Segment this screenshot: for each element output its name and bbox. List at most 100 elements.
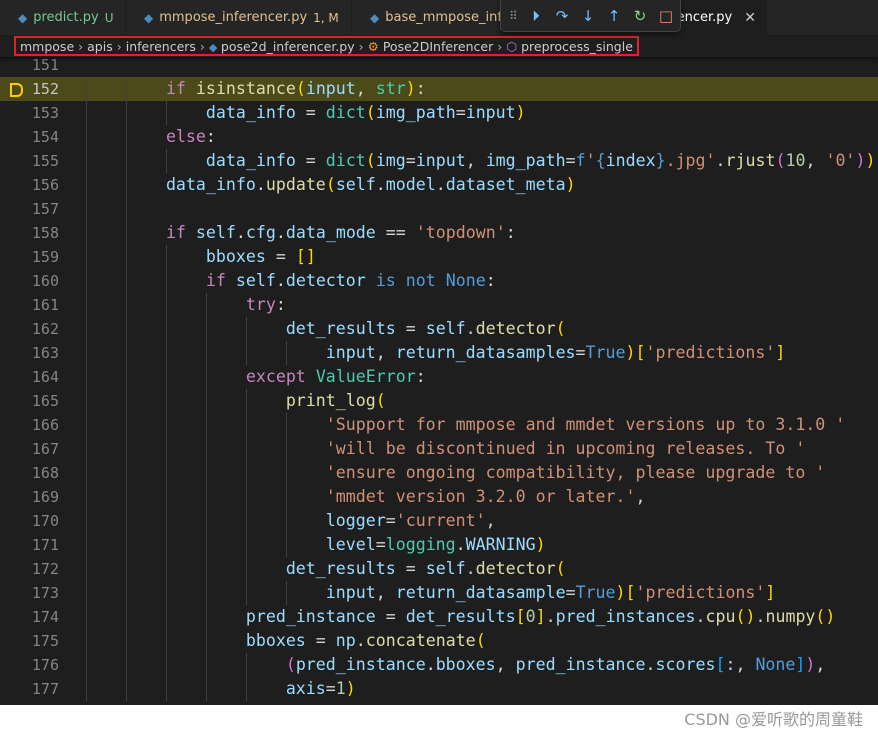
code-text: 'ensure ongoing compatibility, please up… [86,461,826,485]
code-text: else: [86,125,216,149]
tab-predict-py[interactable]: ◆ predict.py U [0,0,126,35]
code-token: 'ensure ongoing compatibility, please up… [325,463,826,482]
drag-handle-icon[interactable]: ⠿ [509,9,519,23]
continue-icon[interactable]: ⏵ [527,6,545,26]
code-token: self [425,559,466,578]
code-token: True [585,343,626,362]
code-token: pred_instances [555,607,696,626]
step-over-icon[interactable]: ↷ [553,6,571,26]
chevron-right-icon: › [358,38,364,54]
breadcrumb-item[interactable]: mmpose [20,39,74,54]
code-token: 'mmdet version 3.2.0 or later.' [325,487,636,506]
code-token: 'will be discontinued in upcoming releas… [325,439,806,458]
code-token: if [165,79,186,98]
code-token: 1 [335,679,346,698]
code-token: { [595,151,606,170]
code-line: 158 if self.cfg.data_mode == 'topdown': [0,221,878,245]
code-token: : [505,223,516,242]
code-token: ( [555,559,566,578]
code-token: } [655,151,666,170]
code-text: axis=1) [86,677,356,701]
code-token: data_info [165,175,256,194]
code-text: try: [86,293,286,317]
code-line: 163 input, return_datasamples=True)['pre… [0,341,878,365]
code-token: ] [795,655,806,674]
code-token: self [425,319,466,338]
line-number: 156 [31,176,59,194]
line-number: 154 [31,128,59,146]
code-line: 170 logger='current', [0,509,878,533]
code-token: .jpg' [665,151,716,170]
line-number: 173 [31,584,59,602]
code-token: ( [365,151,376,170]
code-token: data_mode [285,223,376,242]
code-line: 162 det_results = self.detector( [0,317,878,341]
code-line: 159 bboxes = [] [0,245,878,269]
code-token: 0 [525,607,536,626]
code-token: : [275,295,286,314]
python-file-icon: ◆ [18,10,28,25]
code-token: ] [775,343,786,362]
code-line: 169 'mmdet version 3.2.0 or later.', [0,485,878,509]
code-token: : [205,127,216,146]
code-token: 'topdown' [415,223,506,242]
step-into-icon[interactable]: ↓ [579,6,597,26]
line-number: 177 [31,680,59,698]
breadcrumb-item[interactable]: ⚙ Pose2DInferencer [368,39,494,54]
line-number: 168 [31,464,59,482]
code-token: model [385,175,436,194]
chevron-right-icon: › [116,38,122,54]
code-token: . [435,175,446,194]
code-token: data_info [205,103,296,122]
breadcrumb-item[interactable]: inferencers [126,39,196,54]
code-token: = [295,151,326,170]
tab-base-mmpose-inferencer-py[interactable]: ◆ base_mmpose_inferencer.py [352,0,502,35]
code-token: True [575,583,616,602]
code-token: det_results [285,559,396,578]
code-token: ) [345,679,356,698]
close-icon[interactable]: ✕ [744,10,756,26]
code-token: ) [805,655,816,674]
code-token: [ [635,343,646,362]
step-out-icon[interactable]: ↑ [605,6,623,26]
breadcrumb-item[interactable]: ⬡ preprocess_single [506,39,633,54]
code-token: . [275,271,286,290]
code-token: . [645,655,656,674]
code-token: ' [585,151,596,170]
code-token: dict [325,151,366,170]
code-token: numpy [765,607,816,626]
breadcrumb-label: mmpose [20,38,75,54]
code-area[interactable]: 151 152 if isinstance(input, str): 153 dat… [0,53,878,701]
code-token: concatenate [365,631,476,650]
breadcrumb-item[interactable]: apis [87,39,113,54]
code-token: WARNING [465,535,536,554]
code-token: . [375,175,386,194]
code-token: None [445,271,486,290]
breadcrumb-item[interactable]: ◆ pose2d_inferencer.py [209,39,355,54]
code-token: f [575,151,586,170]
code-text: det_results = self.detector( [86,317,566,341]
code-text: pred_instance = det_results[0].pred_inst… [86,605,836,629]
stop-icon[interactable]: □ [657,6,675,26]
code-text: (pred_instance.bboxes, pred_instance.sco… [86,653,826,677]
code-text: logger='current', [86,509,496,533]
code-line: 161 try: [0,293,878,317]
code-line: 156 data_info.update(self.model.dataset_… [0,173,878,197]
code-token: , [485,511,496,530]
code-line: 168 'ensure ongoing compatibility, pleas… [0,461,878,485]
code-token: = [395,319,426,338]
code-token: pred_instance [295,655,426,674]
tab-mmpose-inferencer-py[interactable]: ◆ mmpose_inferencer.py 1, M [126,0,352,35]
restart-icon[interactable]: ↻ [631,6,649,26]
python-file-icon: ◆ [208,40,221,54]
code-token: , [495,655,516,674]
code-token: detector [475,559,556,578]
code-token: bboxes [245,631,306,650]
code-token: '0' [825,151,856,170]
